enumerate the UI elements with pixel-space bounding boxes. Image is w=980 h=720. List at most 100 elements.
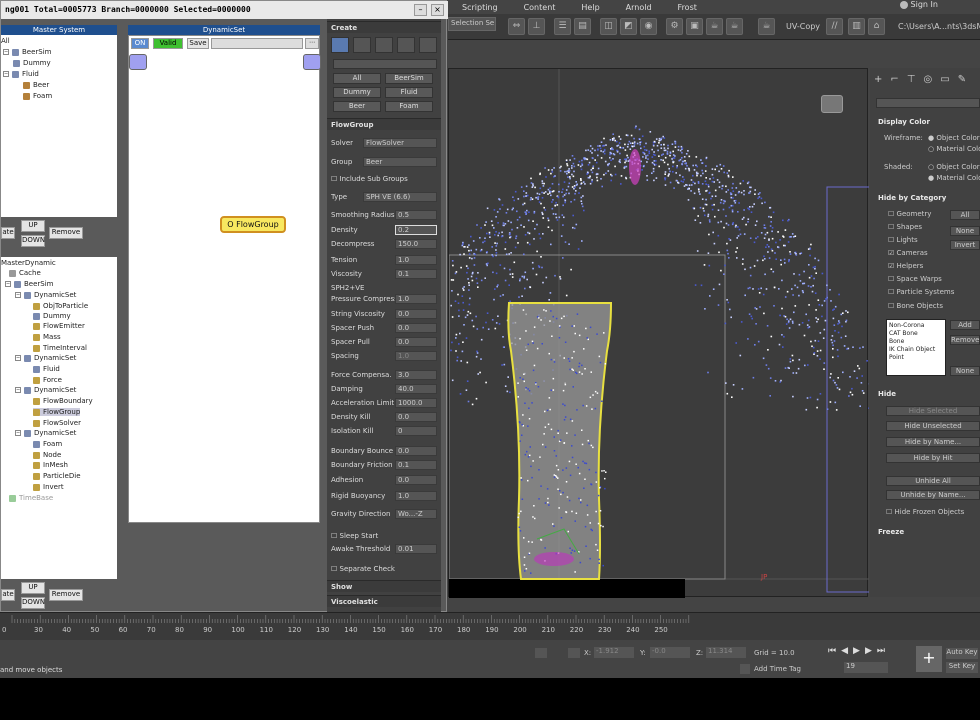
- render-active-icon[interactable]: ☕: [726, 18, 743, 35]
- category-list[interactable]: Non-Corona CAT Bone Bone IK Chain Object…: [886, 319, 946, 376]
- separate-check-checkbox[interactable]: ☐ Separate Check: [331, 565, 395, 573]
- cat-all-button[interactable]: All: [950, 210, 980, 220]
- param-value[interactable]: 1.0: [395, 491, 437, 501]
- frame-field[interactable]: 19: [844, 662, 888, 673]
- solver-dropdown[interactable]: FlowSolver: [363, 138, 437, 148]
- menu-help[interactable]: Help: [581, 3, 599, 12]
- param-value[interactable]: 3.0: [395, 370, 437, 380]
- create-button[interactable]: ate: [1, 589, 15, 601]
- set-key-big-icon[interactable]: +: [916, 646, 942, 672]
- signin-link[interactable]: Sign In: [900, 0, 938, 9]
- play-icon[interactable]: ▶: [853, 646, 860, 658]
- abs-mode-icon[interactable]: [568, 648, 580, 658]
- teapot-icon[interactable]: ☕: [758, 18, 775, 35]
- menu-frost[interactable]: Frost: [678, 3, 697, 12]
- name-input[interactable]: [211, 38, 303, 49]
- list-item[interactable]: Bone: [889, 338, 943, 346]
- param-value[interactable]: 0.5: [395, 210, 437, 220]
- next-frame-icon[interactable]: ▶: [865, 646, 872, 658]
- tree-item[interactable]: Node: [33, 451, 61, 459]
- material-editor-icon[interactable]: ◉: [640, 18, 657, 35]
- param-value[interactable]: 0.0: [395, 412, 437, 422]
- tree-item[interactable]: − BeerSim: [3, 48, 52, 56]
- tree-item[interactable]: FlowEmitter: [33, 322, 85, 330]
- mirror-icon[interactable]: ⇔: [508, 18, 525, 35]
- list-item[interactable]: CAT Bone: [889, 330, 943, 338]
- filter-all-button[interactable]: All: [333, 73, 381, 84]
- up-button[interactable]: UP: [21, 582, 45, 594]
- sleep-start-checkbox[interactable]: ☐ Sleep Start: [331, 532, 378, 540]
- menu-content[interactable]: Content: [524, 3, 556, 12]
- list-item[interactable]: Non-Corona: [889, 322, 943, 330]
- render-setup-icon[interactable]: ⚙: [666, 18, 683, 35]
- z-coord-field[interactable]: 11.314: [706, 647, 746, 658]
- tree-item[interactable]: Foam: [23, 92, 52, 100]
- tree-item[interactable]: Force: [33, 376, 62, 384]
- shaded-object-color[interactable]: ○ Object Color: [928, 163, 980, 171]
- filter-beersim-button[interactable]: BeerSim: [385, 73, 433, 84]
- flowgroup-node[interactable]: O FlowGroup: [220, 216, 286, 233]
- cat-particle-systems[interactable]: ☐ Particle Systems: [888, 288, 954, 296]
- create-dropdown[interactable]: [333, 59, 437, 69]
- display-tab-icon[interactable]: ▭: [940, 74, 949, 88]
- tree-item[interactable]: TimeInterval: [33, 344, 87, 352]
- cat-shapes[interactable]: ☐ Shapes: [888, 223, 922, 231]
- tree-item[interactable]: − Fluid: [3, 70, 39, 78]
- tree-item[interactable]: − DynamicSet: [15, 354, 76, 362]
- tree-item[interactable]: Invert: [33, 483, 64, 491]
- tree-item[interactable]: − DynamicSet: [15, 291, 76, 299]
- tree-item[interactable]: Dummy: [13, 59, 51, 67]
- list-item[interactable]: IK Chain Object: [889, 346, 943, 354]
- tree-item[interactable]: Beer: [23, 81, 49, 89]
- awake-threshold-input[interactable]: 0.01: [395, 544, 437, 554]
- remove-button[interactable]: Remove: [49, 227, 83, 239]
- param-value[interactable]: 0: [395, 426, 437, 436]
- filter-fluid-button[interactable]: Fluid: [385, 87, 433, 98]
- down-button[interactable]: DOWN: [21, 235, 45, 247]
- unhide-all-button[interactable]: Unhide All: [886, 476, 980, 486]
- tree-item[interactable]: TimeBase: [9, 494, 53, 502]
- render-frame-icon[interactable]: ▣: [686, 18, 703, 35]
- add-time-tag[interactable]: Add Time Tag: [754, 665, 801, 673]
- create-button[interactable]: ate: [1, 227, 15, 239]
- master-system-tree[interactable]: All − BeerSim Dummy − Fluid Beer Foam: [1, 35, 117, 217]
- motion-tab-icon[interactable]: ◎: [924, 74, 933, 88]
- input-port[interactable]: [129, 54, 147, 70]
- selection-set-dropdown[interactable]: Selection Se: [448, 17, 496, 31]
- time-tag-icon[interactable]: [740, 664, 750, 674]
- align-icon[interactable]: ⊥: [528, 18, 545, 35]
- set-key-button[interactable]: Set Key: [946, 662, 978, 673]
- auto-key-button[interactable]: Auto Key: [946, 648, 978, 659]
- tree-item[interactable]: Fluid: [33, 365, 60, 373]
- remove-button[interactable]: Remove: [950, 335, 980, 345]
- param-value[interactable]: 0.0: [395, 309, 437, 319]
- gravity-dropdown[interactable]: Wo...-Z: [395, 509, 437, 519]
- hide-by-hit-button[interactable]: Hide by Hit: [886, 453, 980, 463]
- lock-icon[interactable]: [535, 648, 547, 658]
- unhide-by-name-button[interactable]: Unhide by Name...: [886, 490, 980, 500]
- tree-item[interactable]: − DynamicSet: [15, 429, 76, 437]
- tree-item[interactable]: MasterDynamic: [1, 259, 56, 267]
- tree-item[interactable]: ObjToParticle: [33, 302, 88, 310]
- viewcube[interactable]: [821, 95, 843, 113]
- master-dynamic-tree[interactable]: MasterDynamic Cache − BeerSim − DynamicSet…: [1, 257, 117, 579]
- add-button[interactable]: Add: [950, 320, 980, 330]
- list-item[interactable]: Point: [889, 354, 943, 362]
- menu-scripting[interactable]: Scripting: [462, 3, 498, 12]
- filter-dummy-button[interactable]: Dummy: [333, 87, 381, 98]
- param-value[interactable]: 0.0: [395, 446, 437, 456]
- timeline[interactable]: 0 30 40 50 60 70 80 90 100 110 120 130 140 150 160 170 1…: [0, 612, 980, 640]
- cat-invert-button[interactable]: Invert: [950, 240, 980, 250]
- dynamicset-graph[interactable]: ON Valid Save ⋯ O FlowGroup: [128, 35, 321, 523]
- display-color-section[interactable]: Display Color: [870, 116, 980, 128]
- wireframe-material-color[interactable]: ○ Material Color: [928, 145, 980, 153]
- tree-item[interactable]: Cache: [9, 269, 41, 277]
- cat-none-button[interactable]: None: [950, 226, 980, 236]
- remove-button[interactable]: Remove: [49, 589, 83, 601]
- curve-editor-icon[interactable]: ◫: [600, 18, 617, 35]
- hide-by-category-section[interactable]: Hide by Category: [870, 192, 980, 204]
- param-value[interactable]: 0.0: [395, 323, 437, 333]
- hierarchy-tab-icon[interactable]: ⊤: [907, 74, 916, 88]
- menu-arnold[interactable]: Arnold: [626, 3, 652, 12]
- valid-button[interactable]: Valid: [153, 38, 183, 49]
